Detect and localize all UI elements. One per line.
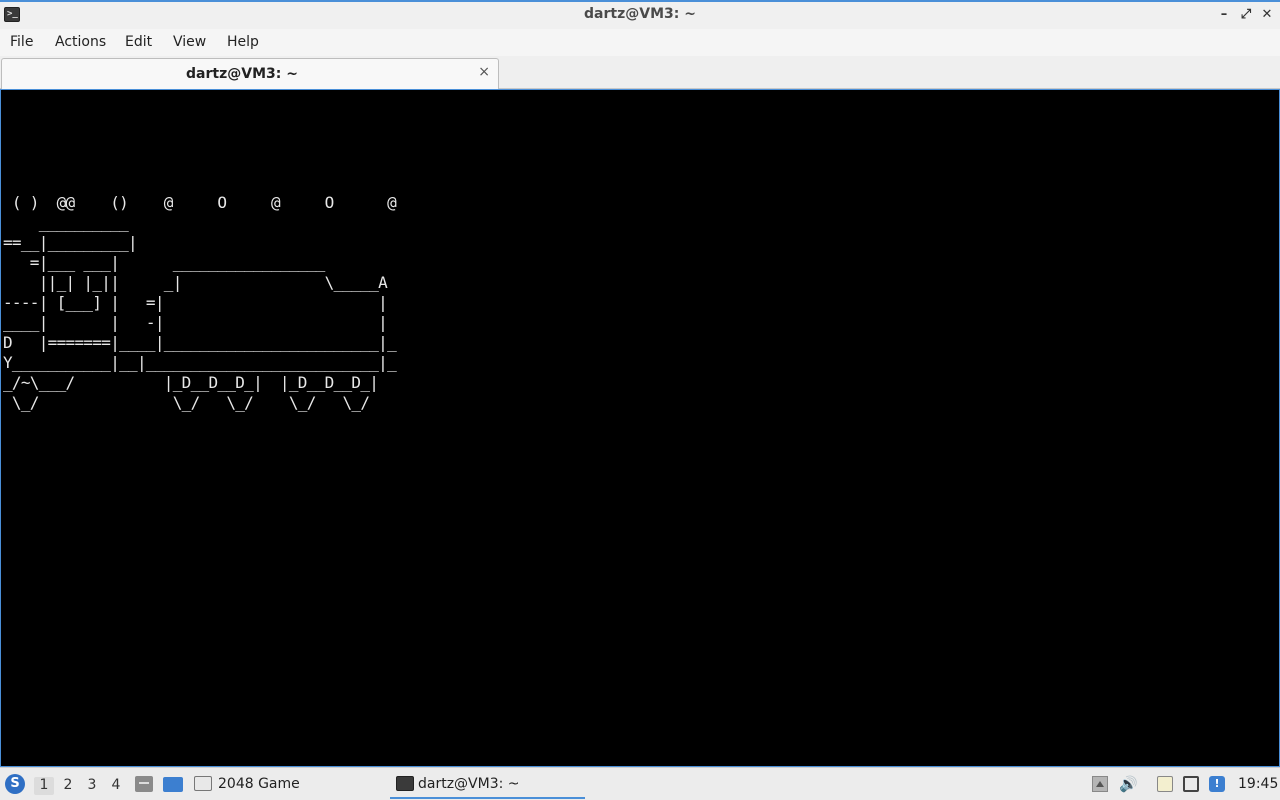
tab-terminal[interactable]: dartz@VM3: ~ ×	[1, 58, 499, 89]
show-desktop-icon[interactable]	[163, 777, 183, 792]
task-label: 2048 Game	[218, 776, 300, 792]
menu-file[interactable]: File	[10, 34, 33, 50]
terminal-line: ----| [___] | =| |	[3, 293, 388, 312]
file-manager-icon[interactable]	[135, 776, 153, 792]
taskbar: S 1 2 3 4 2048 Game dartz@VM3: ~ 🔊 ! 19:…	[0, 767, 1280, 800]
terminal-icon	[396, 776, 414, 791]
workspace-1[interactable]: 1	[34, 777, 54, 795]
task-terminal[interactable]: dartz@VM3: ~	[390, 769, 585, 799]
menu-bar: File Actions Edit View Help	[0, 29, 1280, 56]
tab-label: dartz@VM3: ~	[186, 66, 298, 82]
menu-edit[interactable]: Edit	[125, 34, 152, 50]
close-button[interactable]: ✕	[1258, 6, 1276, 24]
menu-actions[interactable]: Actions	[55, 34, 106, 50]
window-title: dartz@VM3: ~	[584, 6, 696, 22]
task-2048-game[interactable]: 2048 Game	[194, 769, 364, 799]
terminal-line: =|___ ___| _________________	[3, 253, 325, 272]
tray-expand-icon[interactable]	[1092, 776, 1108, 792]
terminal-area[interactable]: ( ) @@ () @ O @ O @ __________ ==__|_____…	[0, 89, 1280, 767]
menu-view[interactable]: View	[173, 34, 206, 50]
terminal-line: ____| | -| |	[3, 313, 388, 332]
maximize-button[interactable]: ⤢	[1237, 6, 1255, 24]
menu-help[interactable]: Help	[227, 34, 259, 50]
window-icon	[194, 776, 212, 791]
terminal-line: Y___________|__|________________________…	[3, 353, 397, 372]
terminal-line: _/~\___/ |_D__D__D_| |_D__D__D_|	[3, 373, 379, 392]
clipboard-icon[interactable]	[1157, 776, 1173, 792]
task-label: dartz@VM3: ~	[418, 776, 520, 792]
tab-bar: dartz@VM3: ~ ×	[0, 56, 1280, 89]
terminal-line: ==__|_________|	[3, 233, 138, 252]
workspace-4[interactable]: 4	[106, 777, 126, 795]
terminal-line: \_/ \_/ \_/ \_/ \_/	[3, 393, 370, 412]
terminal-line: D |=======|____|________________________…	[3, 333, 397, 352]
terminal-line: __________	[3, 213, 129, 232]
terminal-output: ( ) @@ () @ O @ O @ __________ ==__|_____…	[3, 193, 397, 413]
update-notifier-icon[interactable]: !	[1209, 776, 1225, 792]
minimize-button[interactable]: –	[1215, 6, 1233, 24]
terminal-line: ||_| |_|| _| \_____A	[3, 273, 388, 292]
window-titlebar[interactable]: >_ dartz@VM3: ~ – ⤢ ✕	[0, 0, 1280, 29]
volume-icon[interactable]: 🔊	[1119, 776, 1138, 792]
terminal-line: ( ) @@ () @ O @ O @	[3, 193, 397, 212]
tab-close-icon[interactable]: ×	[478, 64, 490, 80]
workspace-3[interactable]: 3	[82, 777, 102, 795]
network-icon[interactable]	[1183, 776, 1199, 792]
clock[interactable]: 19:45	[1238, 776, 1278, 792]
workspace-2[interactable]: 2	[58, 777, 78, 795]
start-menu-icon[interactable]: S	[5, 774, 25, 794]
